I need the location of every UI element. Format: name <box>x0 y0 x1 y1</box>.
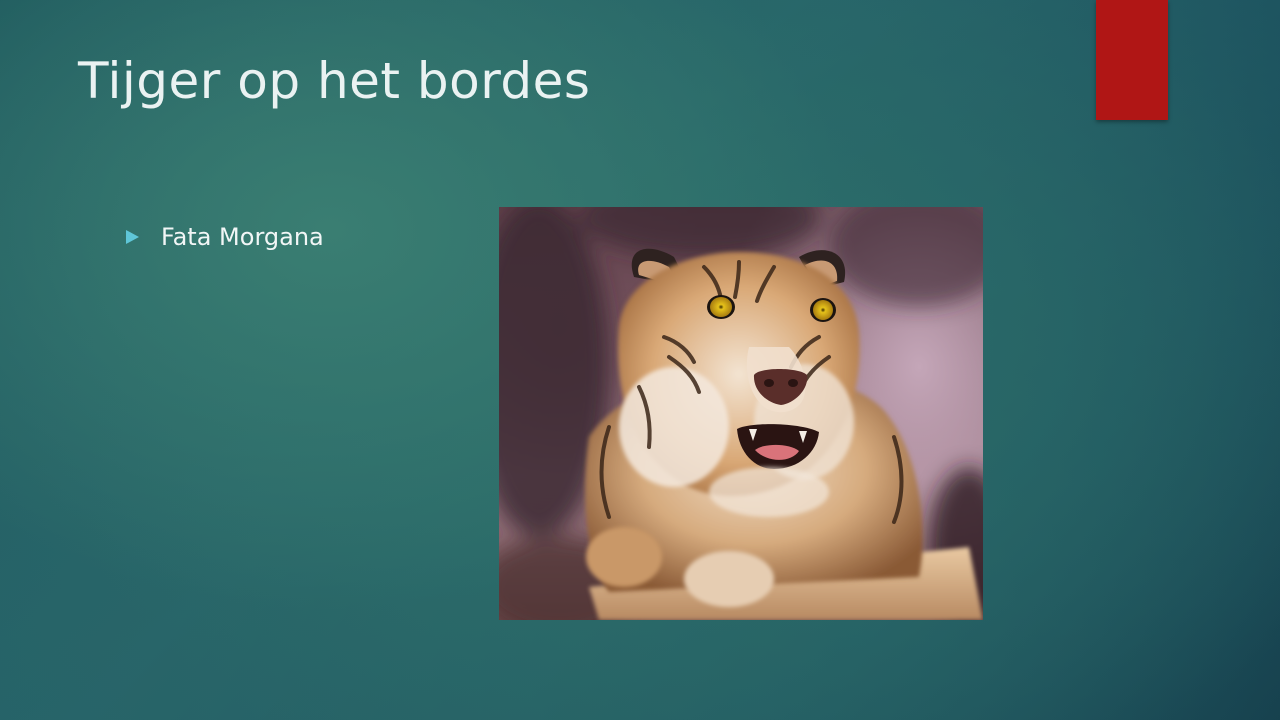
tiger-eye-left <box>710 297 732 317</box>
list-item: Fata Morgana <box>126 222 324 252</box>
bullet-text: Fata Morgana <box>161 223 324 251</box>
triangle-bullet-icon <box>126 230 139 244</box>
slide-title: Tijger op het bordes <box>78 52 591 110</box>
tiger-eye-right <box>813 300 833 320</box>
bullet-list: Fata Morgana <box>126 222 324 252</box>
tiger-photo <box>499 207 983 620</box>
slide: Tijger op het bordes Fata Morgana <box>0 0 1280 720</box>
tiger-illustration <box>499 207 983 620</box>
accent-bar <box>1096 0 1168 120</box>
